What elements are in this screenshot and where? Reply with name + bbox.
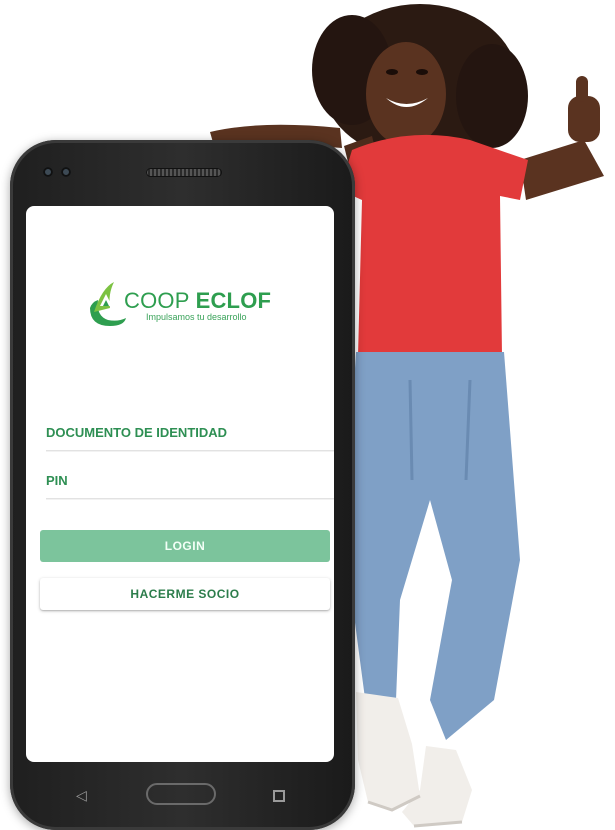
- recent-square-icon[interactable]: [273, 790, 285, 802]
- brand-tagline: Impulsamos tu desarrollo: [146, 312, 247, 322]
- login-button[interactable]: LOGIN: [40, 530, 330, 562]
- document-field: [46, 414, 334, 451]
- brand-name-eclof: ECLOF: [195, 288, 272, 313]
- camera-icon: [43, 167, 53, 177]
- coop-eclof-logo: COOP ECLOF Impulsamos tu desarrollo: [84, 278, 284, 334]
- sensor-icon: [61, 167, 71, 177]
- home-pill-icon[interactable]: [146, 783, 216, 805]
- brand-name: COOP ECLOF: [124, 288, 271, 314]
- app-screen: COOPECLOF Impulsamos tu desarrollo LOGIN…: [26, 206, 334, 762]
- pin-field: [46, 462, 334, 499]
- back-triangle-icon[interactable]: ◁: [76, 788, 87, 802]
- join-member-button[interactable]: HACERME SOCIO: [40, 578, 330, 610]
- brand-name-coop: COOP: [124, 288, 190, 313]
- pin-input[interactable]: [46, 462, 334, 498]
- document-input[interactable]: [46, 414, 334, 450]
- phone-mockup: COOPECLOF Impulsamos tu desarrollo LOGIN…: [10, 140, 355, 830]
- speaker-grille: [146, 168, 222, 177]
